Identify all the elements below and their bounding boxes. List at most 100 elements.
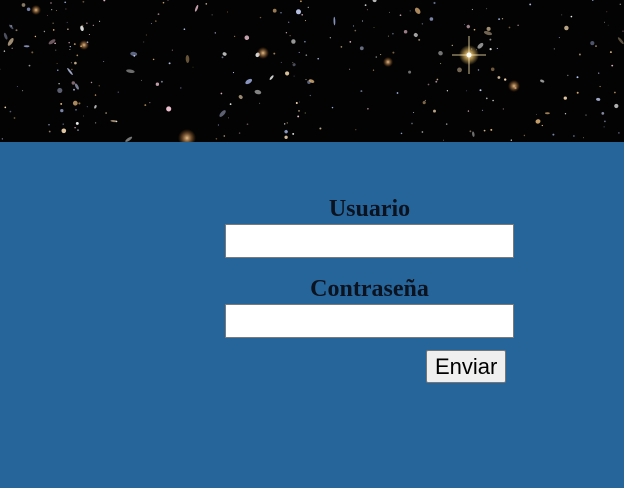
star — [408, 70, 412, 74]
star — [285, 71, 290, 76]
star — [284, 123, 286, 125]
star — [427, 83, 430, 86]
star — [215, 138, 218, 140]
star — [16, 85, 18, 88]
star — [340, 46, 343, 48]
star — [56, 10, 57, 12]
star — [355, 129, 357, 131]
star — [166, 106, 172, 112]
star — [82, 0, 85, 3]
star — [293, 75, 295, 77]
star — [73, 43, 76, 46]
star — [223, 135, 226, 137]
star — [229, 103, 232, 105]
star — [48, 130, 51, 133]
star — [74, 61, 77, 65]
username-input[interactable] — [225, 224, 514, 258]
star — [295, 9, 302, 15]
star — [259, 102, 261, 104]
star — [43, 30, 46, 33]
star — [558, 37, 560, 39]
password-input[interactable] — [225, 304, 514, 338]
star — [284, 135, 288, 139]
star — [553, 48, 555, 50]
star — [502, 108, 505, 110]
star — [373, 26, 375, 28]
star — [319, 127, 322, 130]
star — [471, 8, 473, 11]
star — [152, 58, 155, 61]
star — [561, 14, 563, 16]
star — [446, 90, 449, 92]
star — [233, 35, 236, 38]
star — [64, 1, 67, 4]
star — [508, 26, 511, 29]
star — [529, 3, 532, 6]
star — [380, 54, 382, 56]
star — [372, 69, 375, 71]
star — [349, 68, 351, 70]
star — [564, 25, 569, 31]
star — [56, 63, 58, 64]
star — [400, 132, 403, 135]
star — [578, 53, 581, 56]
star — [72, 100, 78, 106]
star — [292, 132, 295, 135]
star — [145, 34, 147, 36]
star — [609, 51, 612, 54]
star — [496, 47, 498, 49]
star — [98, 85, 101, 87]
star — [55, 49, 57, 51]
star — [94, 94, 97, 96]
star — [297, 115, 300, 118]
starfield-banner-image — [0, 0, 624, 142]
star — [162, 1, 165, 4]
star — [429, 17, 434, 21]
star — [479, 89, 482, 92]
star — [9, 110, 12, 113]
star — [75, 121, 79, 125]
star — [601, 112, 605, 115]
star — [300, 0, 302, 3]
star — [424, 99, 426, 101]
star — [74, 127, 76, 129]
star — [622, 30, 624, 32]
star — [604, 120, 606, 123]
star — [221, 56, 224, 59]
star — [457, 67, 462, 73]
star — [180, 87, 182, 89]
star — [52, 29, 55, 31]
star — [28, 64, 31, 67]
star — [607, 24, 609, 26]
star — [73, 88, 75, 91]
star — [305, 79, 307, 81]
star — [590, 41, 595, 46]
star — [433, 1, 436, 5]
star — [573, 135, 575, 137]
star — [150, 23, 152, 25]
star — [329, 37, 331, 39]
star — [273, 52, 276, 55]
star — [570, 15, 573, 18]
star — [366, 9, 368, 11]
star — [418, 38, 421, 41]
star — [77, 129, 79, 131]
star — [3, 50, 6, 52]
star — [413, 112, 415, 113]
star — [288, 21, 290, 23]
star — [481, 109, 484, 112]
star — [564, 113, 567, 115]
password-label: Contraseña — [310, 276, 429, 302]
star — [183, 28, 186, 31]
star — [464, 24, 465, 25]
star — [117, 91, 119, 93]
star — [501, 18, 504, 20]
star — [62, 123, 64, 125]
star — [567, 74, 569, 77]
submit-button[interactable]: Enviar — [426, 350, 507, 383]
star — [298, 51, 300, 53]
star — [88, 33, 90, 36]
star — [486, 8, 488, 10]
star — [618, 132, 620, 134]
star — [105, 112, 107, 114]
